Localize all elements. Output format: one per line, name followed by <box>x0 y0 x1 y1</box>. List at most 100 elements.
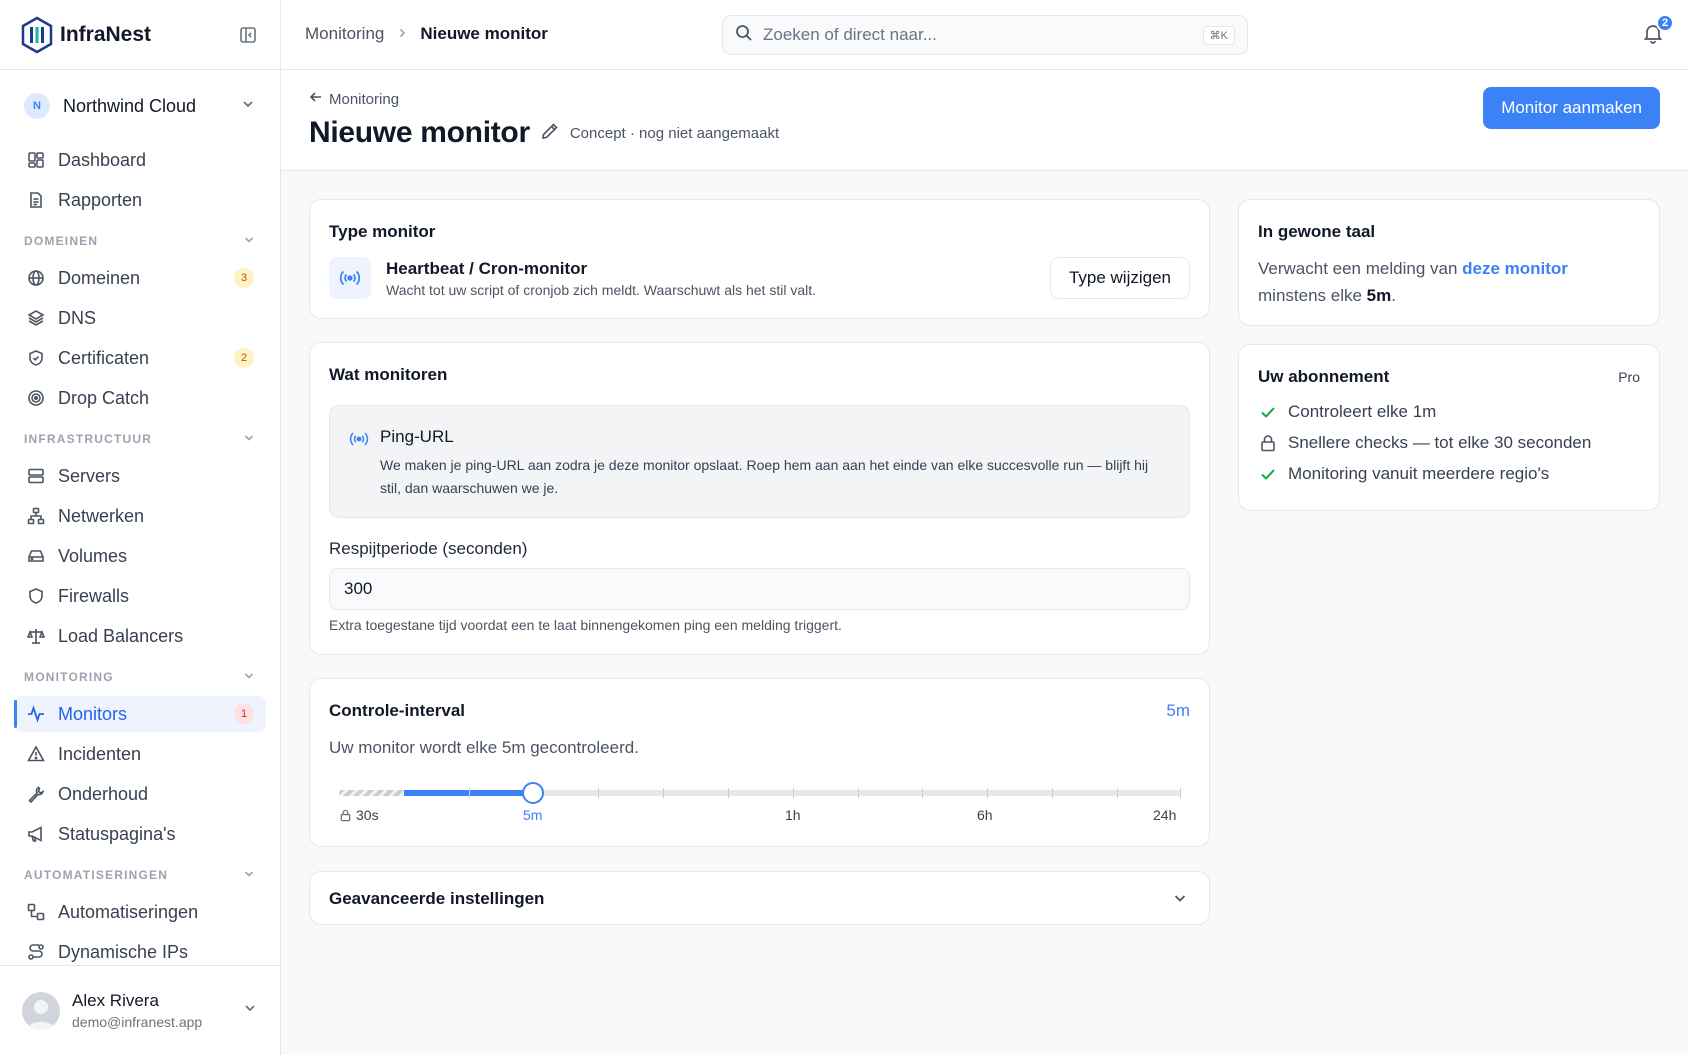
broadcast-icon <box>349 429 369 454</box>
nav-section-automation[interactable]: AUTOMATISERINGEN <box>14 856 266 894</box>
org-name: Northwind Cloud <box>63 95 197 116</box>
search-input[interactable]: Zoeken of direct naar... ⌘K <box>722 15 1248 55</box>
sidebar-collapse-icon[interactable] <box>236 23 260 47</box>
sidebar-item-label: Firewalls <box>58 585 130 606</box>
count-badge: 3 <box>234 268 254 288</box>
sidebar-item-automations[interactable]: Automatiseringen <box>14 894 266 930</box>
sidebar-nav: Dashboard Rapporten DOMEINEN Domeinen 3 … <box>0 142 280 970</box>
sidebar-item-dropcatch[interactable]: Drop Catch <box>14 380 266 416</box>
shield-icon <box>26 586 46 606</box>
check-icon <box>1258 464 1278 484</box>
create-monitor-button[interactable]: Monitor aanmaken <box>1483 87 1660 129</box>
summary-text: minstens elke <box>1258 286 1367 305</box>
sidebar-item-dashboard[interactable]: Dashboard <box>14 142 266 178</box>
slider-label-text: 30s <box>356 807 379 823</box>
slider-tick <box>793 788 794 798</box>
user-email: demo@infranest.app <box>72 1014 203 1030</box>
interval-slider[interactable] <box>339 782 1181 804</box>
sidebar-item-maintenance[interactable]: Onderhoud <box>14 776 266 812</box>
monitor-link[interactable]: deze monitor <box>1462 259 1568 278</box>
slider-label-1h: 1h <box>785 807 801 823</box>
card-title: Uw abonnement <box>1258 367 1390 386</box>
ping-url-description: We maken je ping-URL aan zodra je deze m… <box>380 457 1149 496</box>
slider-label-30s: 30s <box>339 807 379 823</box>
chevron-down-icon <box>1171 889 1189 912</box>
search-placeholder: Zoeken of direct naar... <box>763 25 937 44</box>
sidebar-item-label: Netwerken <box>58 505 145 526</box>
sidebar-item-label: DNS <box>58 307 97 328</box>
megaphone-icon <box>26 824 46 844</box>
section-label: MONITORING <box>24 670 114 684</box>
lock-icon <box>339 809 352 822</box>
change-type-button[interactable]: Type wijzigen <box>1049 257 1190 299</box>
brand: InfraNest <box>0 0 280 70</box>
target-icon <box>26 388 46 408</box>
slider-tick <box>1052 788 1053 798</box>
plan-feature-text: Snellere checks — tot elke 30 seconden <box>1288 433 1592 452</box>
nav-section-domains[interactable]: DOMEINEN <box>14 222 266 260</box>
card-title: Wat monitoren <box>329 365 448 384</box>
sidebar-item-monitors[interactable]: Monitors 1 <box>14 696 266 732</box>
sidebar-item-loadbalancers[interactable]: Load Balancers <box>14 618 266 654</box>
sidebar-item-servers[interactable]: Servers <box>14 458 266 494</box>
hard-drive-icon <box>26 546 46 566</box>
slider-tick <box>858 788 859 798</box>
user-name: Alex Rivera <box>72 991 159 1010</box>
slider-tick <box>663 788 664 798</box>
slider-thumb[interactable] <box>522 782 544 804</box>
plan-feature: Snellere checks — tot elke 30 seconden <box>1258 433 1591 453</box>
plain-language-summary: Verwacht een melding van deze monitor mi… <box>1258 255 1638 309</box>
slider-locked-range <box>339 790 404 796</box>
sidebar-item-incidents[interactable]: Incidenten <box>14 736 266 772</box>
slider-tick <box>469 788 470 798</box>
advanced-settings-toggle[interactable]: Geavanceerde instellingen <box>309 871 1210 925</box>
breadcrumb-current: Nieuwe monitor <box>420 24 548 43</box>
sidebar-item-label: Dynamische IPs <box>58 941 189 962</box>
workflow-icon <box>26 902 46 922</box>
ping-url-title: Ping-URL <box>380 427 454 446</box>
summary-text: . <box>1391 286 1396 305</box>
card-title: Controle-interval <box>329 701 466 720</box>
server-icon <box>26 466 46 486</box>
sidebar-item-statuspages[interactable]: Statuspagina's <box>14 816 266 852</box>
user-menu[interactable]: Alex Rivera demo@infranest.app <box>0 965 280 1055</box>
subscription-card: Uw abonnement Pro Controleert elke 1m Sn… <box>1238 344 1660 511</box>
avatar <box>22 991 60 1030</box>
nav-section-infra[interactable]: INFRASTRUCTUUR <box>14 420 266 458</box>
lock-icon <box>1258 433 1278 453</box>
grace-period-input[interactable]: 300 <box>329 568 1190 610</box>
count-badge: 1 <box>234 704 254 724</box>
sidebar-item-volumes[interactable]: Volumes <box>14 538 266 574</box>
check-interval-card: Controle-interval 5m Uw monitor wordt el… <box>309 678 1210 847</box>
org-avatar: N <box>24 93 50 119</box>
sidebar-item-domains[interactable]: Domeinen 3 <box>14 260 266 296</box>
chevron-down-icon <box>242 233 256 250</box>
interval-description: Uw monitor wordt elke 5m gecontroleerd. <box>329 738 639 757</box>
scale-icon <box>26 626 46 646</box>
ping-url-info: Ping-URL We maken je ping-URL aan zodra … <box>329 405 1190 518</box>
nav-section-monitoring[interactable]: MONITORING <box>14 658 266 696</box>
chevron-down-icon <box>240 96 256 117</box>
sidebar-item-label: Monitors <box>58 703 128 724</box>
pencil-icon[interactable] <box>540 121 560 146</box>
sidebar-item-label: Onderhoud <box>58 783 149 804</box>
network-icon <box>26 506 46 526</box>
route-icon <box>26 942 46 962</box>
org-switcher[interactable]: N Northwind Cloud <box>0 70 280 142</box>
breadcrumb: Monitoring Nieuwe monitor <box>305 24 548 44</box>
notification-badge: 2 <box>1656 14 1674 32</box>
sidebar-item-networks[interactable]: Netwerken <box>14 498 266 534</box>
card-title: Type monitor <box>329 222 436 241</box>
sidebar-item-label: Incidenten <box>58 743 142 764</box>
shield-check-icon <box>26 348 46 368</box>
sidebar-item-firewalls[interactable]: Firewalls <box>14 578 266 614</box>
monitor-type-card: Type monitor Heartbeat / Cron-monitor Wa… <box>309 199 1210 319</box>
sidebar-item-label: Rapporten <box>58 189 143 210</box>
brand-logo-icon[interactable] <box>20 16 54 54</box>
breadcrumb-parent[interactable]: Monitoring <box>305 24 384 44</box>
back-link[interactable]: Monitoring <box>309 90 399 108</box>
what-to-monitor-card: Wat monitoren Ping-URL We maken je ping-… <box>309 342 1210 655</box>
sidebar-item-dns[interactable]: DNS <box>14 300 266 336</box>
sidebar-item-certificates[interactable]: Certificaten 2 <box>14 340 266 376</box>
sidebar-item-reports[interactable]: Rapporten <box>14 182 266 218</box>
